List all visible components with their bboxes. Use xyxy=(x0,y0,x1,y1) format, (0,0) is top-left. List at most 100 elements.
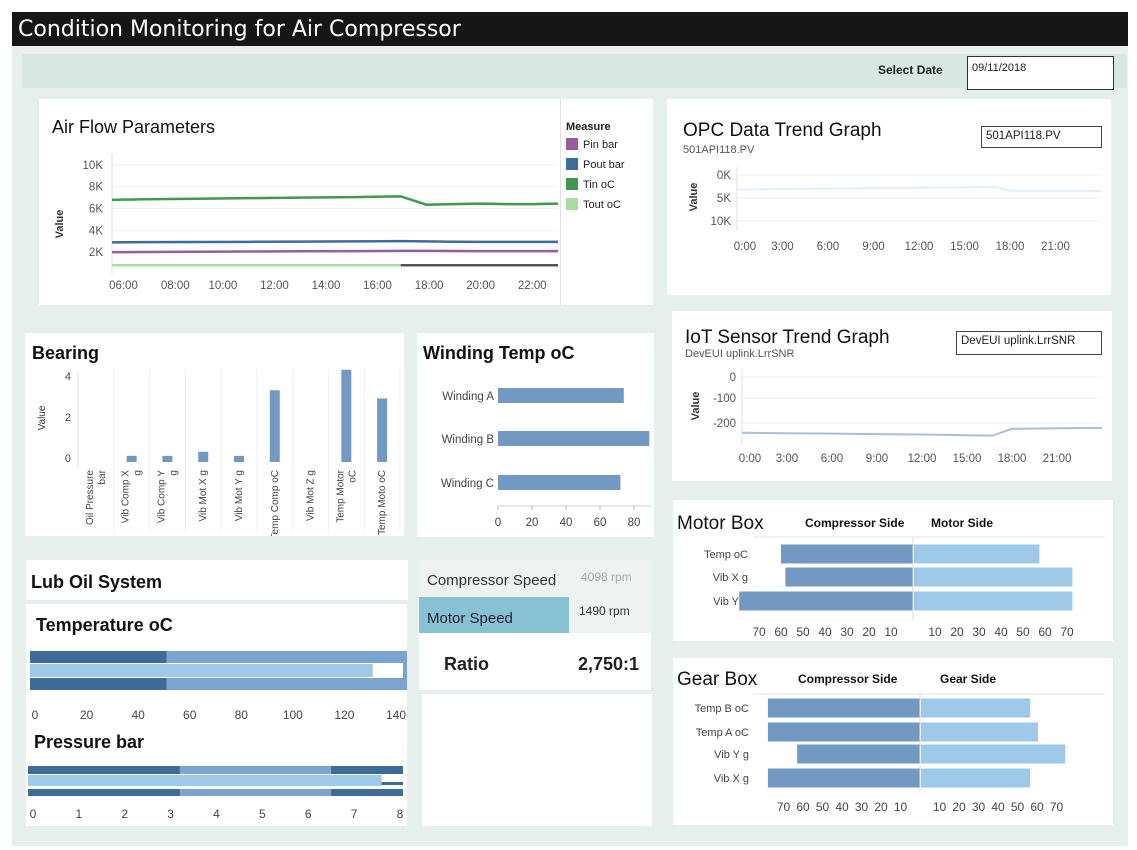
y-axis-title: Value xyxy=(54,210,66,239)
legend-item-pin[interactable]: Pin bar xyxy=(566,138,618,151)
x-tick-label: Temp Motor xyxy=(335,469,346,522)
left-bar xyxy=(767,768,920,788)
bar xyxy=(341,369,352,462)
right-bar xyxy=(921,744,1066,764)
select-date-input[interactable]: 09/11/2018 xyxy=(967,56,1114,90)
legend-label: Pout bar xyxy=(583,159,625,171)
y-tick-label: 4 xyxy=(65,371,71,383)
right-tick-label: 50 xyxy=(1016,625,1030,639)
x-tick-label: oC xyxy=(347,470,358,483)
x-tick-label: 12:00 xyxy=(260,280,289,292)
bar xyxy=(126,455,137,462)
series-line-0 xyxy=(111,249,558,254)
y-tick-label: 6K xyxy=(89,204,103,216)
x-tick-label: 12:00 xyxy=(908,453,937,465)
row-label: Vib X g xyxy=(713,572,748,584)
right-tick-label: 60 xyxy=(1038,625,1052,639)
bar xyxy=(498,475,621,490)
legend-item-tout[interactable]: Tout oC xyxy=(566,198,621,211)
bar xyxy=(234,455,244,462)
x-tick-label: 0:00 xyxy=(739,453,761,465)
left-tick-label: 20 xyxy=(862,625,876,639)
dashboard: Condition Monitoring for Air Compressor … xyxy=(0,0,1137,850)
x-tick-label: 12:00 xyxy=(905,241,934,253)
temp-tick-label: 20 xyxy=(80,708,94,722)
right-tick-label: 30 xyxy=(972,800,986,814)
temp-tick-label: 40 xyxy=(131,708,145,722)
left-bar xyxy=(767,698,920,718)
series-line-1 xyxy=(111,239,558,244)
y-axis-title: Value xyxy=(688,183,700,212)
bar xyxy=(162,455,173,462)
x-tick-label: Oil Pressure xyxy=(85,470,96,525)
y-tick-label: 2 xyxy=(65,412,71,424)
x-tick-label: 21:00 xyxy=(1041,241,1070,253)
left-tick-label: 40 xyxy=(835,800,849,814)
right-tick-label: 30 xyxy=(972,625,986,639)
x-tick-label: Vib Mot Y g xyxy=(234,470,245,521)
gear-box-chart: Temp B oC Temp A oC Vib Y g Vib X g 70 60 50 40… xyxy=(695,693,1105,814)
right-tick-label: 50 xyxy=(1011,800,1025,814)
x-tick-label: 80 xyxy=(628,517,641,529)
temp-tick-label: 100 xyxy=(283,708,303,722)
y-tick-label: 8K xyxy=(89,182,103,194)
motor-speed-label: Motor Speed xyxy=(427,610,513,627)
left-tick-label: 70 xyxy=(752,625,766,639)
x-tick-label: 15:00 xyxy=(953,453,982,465)
x-tick-label: 18:00 xyxy=(998,453,1027,465)
left-tick-label: 10 xyxy=(894,800,908,814)
lub-oil-header: Lub Oil System xyxy=(26,560,408,600)
legend-title: Measure xyxy=(566,121,611,133)
x-tick-label: Temp Moto oC xyxy=(377,470,388,535)
left-tick-label: 50 xyxy=(796,625,810,639)
y-tick-label: 10K xyxy=(711,216,732,228)
left-tick-label: 40 xyxy=(818,625,832,639)
x-tick-label: Temp Comp oC xyxy=(270,470,281,536)
x-tick-label: 22:00 xyxy=(518,280,547,292)
y-tick-label: Winding C xyxy=(441,478,494,490)
right-tick-label: 70 xyxy=(1050,800,1064,814)
temp-value-bar xyxy=(30,664,373,677)
temp-tick-label: 60 xyxy=(183,708,197,722)
right-bar xyxy=(921,698,1031,718)
pressure-tick-label: 6 xyxy=(305,807,312,821)
legend-item-pout[interactable]: Pout bar xyxy=(566,158,625,171)
speed-panel: Compressor Speed 4098 rpm Motor Speed 14… xyxy=(419,560,651,690)
y-tick-label: -100 xyxy=(713,393,736,405)
row-label: Temp B oC xyxy=(695,703,749,715)
temp-tick-label: 120 xyxy=(334,708,354,722)
legend-swatch xyxy=(566,198,578,210)
y-tick-label: 5K xyxy=(717,193,731,205)
y-tick-label: 0 xyxy=(65,453,71,465)
left-bar xyxy=(785,567,913,587)
y-tick-label: -200 xyxy=(713,418,736,430)
bar xyxy=(498,388,624,403)
x-tick-label: 20 xyxy=(526,517,539,529)
y-tick-label: 0K xyxy=(717,170,731,182)
pressure-value-bar xyxy=(28,775,382,786)
x-tick-label: g xyxy=(168,470,179,476)
left-bar xyxy=(781,544,913,564)
temp-tick-label: 0 xyxy=(32,708,39,722)
lub-oil-title: Lub Oil System xyxy=(31,572,163,592)
left-tick-label: 20 xyxy=(874,800,888,814)
pressure-tick-label: 2 xyxy=(121,807,128,821)
x-tick-label: 20:00 xyxy=(466,280,495,292)
right-tick-label: 10 xyxy=(928,625,942,639)
bar xyxy=(269,390,280,462)
pressure-tick-label: 8 xyxy=(397,807,404,821)
ratio-value: 2,750:1 xyxy=(578,654,640,674)
legend-label: Pin bar xyxy=(583,139,618,151)
legend-item-tin[interactable]: Tin oC xyxy=(566,178,615,191)
pressure-tick-label: 5 xyxy=(259,807,266,821)
x-tick-label: 08:00 xyxy=(161,280,190,292)
pressure-tick-label: 1 xyxy=(76,807,83,821)
winding-chart: Winding A Winding B Winding C 0 20 40 60 80 xyxy=(441,388,651,529)
x-tick-label: 0:00 xyxy=(734,241,756,253)
x-tick-label: 10:00 xyxy=(208,280,237,292)
left-tick-label: 60 xyxy=(796,800,810,814)
y-tick-label: Winding A xyxy=(442,391,494,403)
left-tick-label: 60 xyxy=(774,625,788,639)
left-tick-label: 30 xyxy=(855,800,869,814)
left-bar xyxy=(797,744,920,764)
